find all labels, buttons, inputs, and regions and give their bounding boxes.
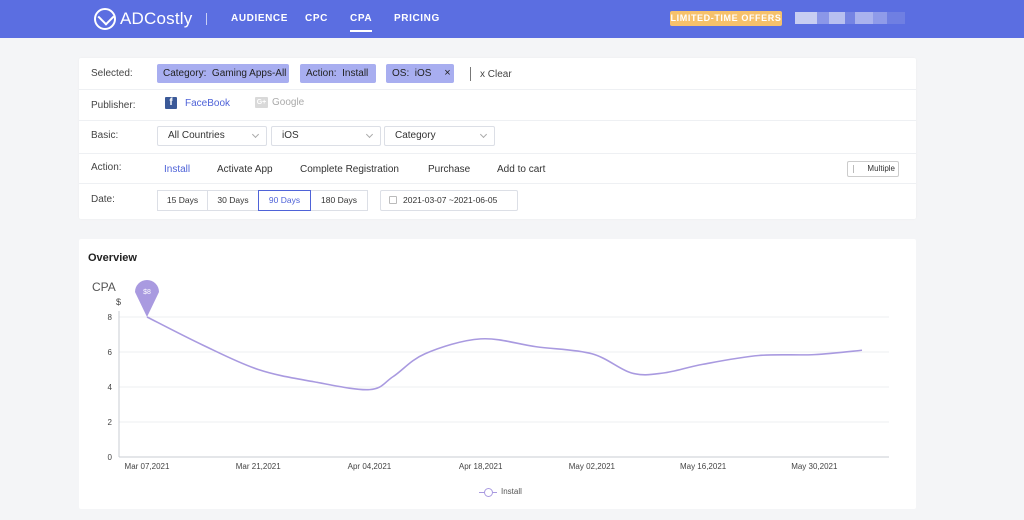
date-range-picker[interactable]: 2021-03-07 ~2021-06-05: [380, 190, 518, 211]
chevron-down-icon: [251, 130, 260, 139]
tag-os-key: OS:: [392, 68, 410, 79]
tag-action-key: Action:: [306, 68, 337, 79]
y-tick-label: 2: [108, 418, 113, 427]
publisher-facebook-label: FaceBook: [185, 97, 231, 109]
google-icon: G+: [255, 97, 268, 108]
x-tick-label: May 02,2021: [569, 462, 616, 471]
y-tick-label: 0: [108, 453, 113, 462]
date-90-days-button[interactable]: 90 Days: [258, 190, 311, 211]
os-select[interactable]: iOS: [271, 126, 381, 146]
x-tick-label: Apr 04,2021: [348, 462, 392, 471]
x-tick-label: May 16,2021: [680, 462, 727, 471]
logo-icon: [94, 8, 116, 30]
date-range-start: 2021-03-07: [403, 195, 447, 205]
date-label: Date:: [91, 194, 115, 205]
overview-card: Overview CPA $ 0 2 4 6 8 Mar 07,2021 Mar 21,20…: [79, 239, 916, 509]
tag-category-key: Category:: [163, 68, 207, 79]
x-tick-label: Mar 21,2021: [236, 462, 281, 471]
logo-text: ADCostly: [120, 9, 193, 28]
nav-divider: [206, 13, 207, 25]
publisher-google[interactable]: G+ Google: [255, 97, 304, 108]
date-180-days-button[interactable]: 180 Days: [310, 190, 368, 211]
chevron-down-icon: [479, 130, 488, 139]
action-complete-registration[interactable]: Complete Registration: [300, 164, 399, 175]
publisher-google-label: Google: [272, 97, 305, 108]
selected-row: Selected: Category: Gaming Apps-All Acti…: [79, 58, 916, 90]
facebook-icon: f: [165, 97, 177, 109]
tag-action-value: Install: [342, 68, 369, 79]
basic-label: Basic:: [91, 130, 119, 141]
multiple-toggle[interactable]: Multiple: [847, 161, 899, 177]
date-range-end: 2021-06-05: [453, 195, 498, 205]
tag-os-value: iOS: [414, 68, 432, 79]
country-select-value: All Countries: [168, 130, 225, 141]
tooltip-pin: [135, 280, 159, 317]
legend-label-install: Install: [501, 487, 522, 496]
series-line-install: [146, 316, 863, 391]
tag-action[interactable]: Action: Install: [300, 64, 376, 83]
date-range-buttons: 15 Days 30 Days 90 Days 180 Days: [157, 190, 368, 211]
action-purchase[interactable]: Purchase: [428, 164, 470, 175]
cpa-line-chart[interactable]: 0 2 4 6 8 Mar 07,2021 Mar 21,2021 Apr 04,2021 Ap…: [79, 239, 916, 509]
y-tick-label: 8: [108, 313, 113, 322]
publisher-row: Publisher: f FaceBook G+ Google: [79, 90, 916, 121]
y-tick-label: 6: [108, 348, 113, 357]
remove-tag-icon[interactable]: ×: [444, 67, 450, 79]
basic-row: Basic: All Countries iOS Category: [79, 121, 916, 154]
x-tick-label: May 30,2021: [791, 462, 838, 471]
publisher-label: Publisher:: [91, 100, 136, 111]
tag-os[interactable]: OS: iOS ×: [386, 64, 454, 83]
limited-time-offers-button[interactable]: LIMITED-TIME OFFERS: [670, 11, 782, 26]
nav-pricing[interactable]: PRICING: [394, 13, 440, 24]
y-tick-label: 4: [108, 383, 113, 392]
clear-divider: [470, 67, 471, 81]
selected-label: Selected:: [91, 68, 133, 79]
clear-filters-button[interactable]: x Clear: [480, 69, 512, 80]
filter-panel: Selected: Category: Gaming Apps-All Acti…: [79, 58, 916, 219]
x-tick-label: Apr 18,2021: [459, 462, 503, 471]
nav-cpa[interactable]: CPA: [350, 13, 373, 32]
date-30-days-button[interactable]: 30 Days: [207, 190, 259, 211]
top-navigation-bar: ADCostly AUDIENCE CPC CPA PRICING LIMITE…: [0, 0, 1024, 38]
action-install[interactable]: Install: [164, 164, 190, 175]
nav-cpc[interactable]: CPC: [305, 13, 328, 24]
legend-line-marker: [479, 487, 497, 497]
category-select-value: Category: [395, 130, 436, 141]
multiple-label: Multiple: [867, 164, 895, 173]
chart-legend[interactable]: Install: [479, 487, 522, 497]
nav-audience[interactable]: AUDIENCE: [231, 13, 288, 24]
tag-category[interactable]: Category: Gaming Apps-All: [157, 64, 289, 83]
country-select[interactable]: All Countries: [157, 126, 267, 146]
logo[interactable]: ADCostly: [94, 8, 192, 30]
date-row: Date: 15 Days 30 Days 90 Days 180 Days 2…: [79, 184, 916, 219]
tooltip-label: $8: [143, 289, 151, 296]
tag-category-value: Gaming Apps-All: [211, 68, 287, 79]
chevron-down-icon: [365, 130, 374, 139]
category-select[interactable]: Category: [384, 126, 495, 146]
action-add-to-cart[interactable]: Add to cart: [497, 164, 545, 175]
date-15-days-button[interactable]: 15 Days: [157, 190, 208, 211]
publisher-facebook[interactable]: f FaceBook: [165, 97, 230, 109]
action-row: Action: Install Activate App Complete Re…: [79, 154, 916, 184]
calendar-icon: [389, 196, 397, 204]
user-account-blurred[interactable]: [795, 12, 905, 24]
action-activate-app[interactable]: Activate App: [217, 164, 273, 175]
x-tick-label: Mar 07,2021: [125, 462, 170, 471]
os-select-value: iOS: [282, 130, 299, 141]
action-label: Action:: [91, 162, 122, 173]
checkbox-icon: [853, 165, 854, 173]
